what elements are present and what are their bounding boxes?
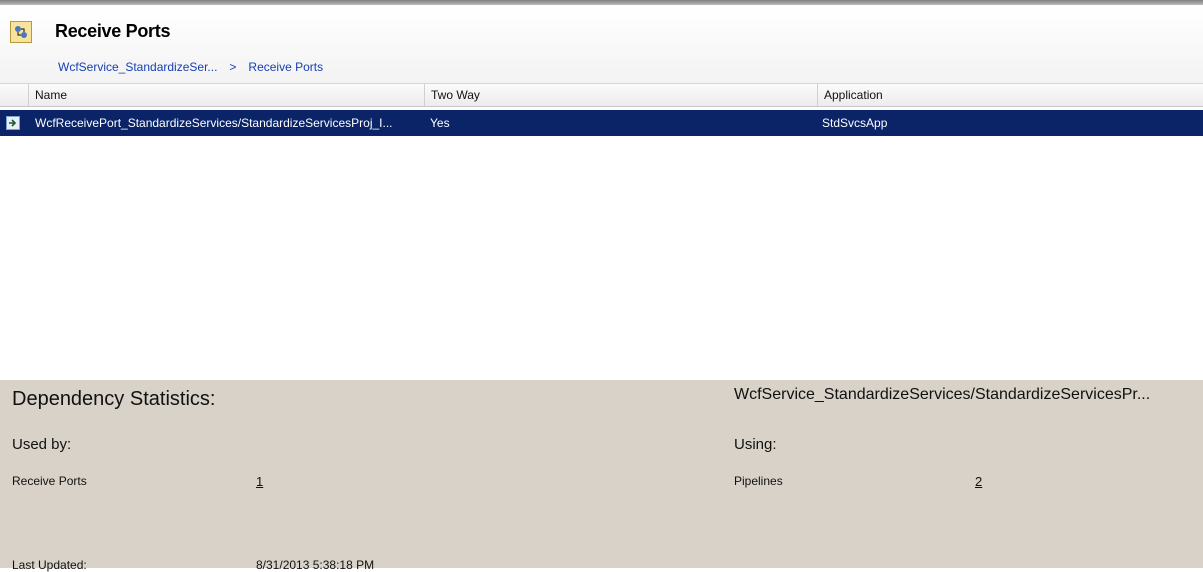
used-by-receive-ports-count-link[interactable]: 1	[256, 474, 263, 489]
using-label: Using:	[734, 436, 777, 453]
using-pipelines-label: Pipelines	[734, 474, 783, 488]
dependency-statistics-panel: Dependency Statistics: WcfService_Standa…	[0, 380, 1203, 572]
column-header-application[interactable]: Application	[817, 84, 1203, 106]
receive-port-row-icon	[6, 116, 20, 130]
column-header-name[interactable]: Name	[28, 84, 424, 106]
grid-header: Name Two Way Application	[0, 83, 1203, 107]
page-title: Receive Ports	[55, 21, 171, 41]
row-two-way-cell: Yes	[430, 116, 450, 130]
row-application-cell: StdSvcsApp	[822, 116, 888, 130]
using-pipelines-count-link[interactable]: 2	[975, 474, 982, 489]
breadcrumb-application-link[interactable]: WcfService_StandardizeSer...	[58, 60, 217, 74]
table-row[interactable]: WcfReceivePort_StandardizeServices/Stand…	[0, 110, 1203, 136]
breadcrumb: WcfService_StandardizeSer... > Receive Por…	[58, 60, 323, 74]
last-updated-label: Last Updated:	[12, 558, 87, 572]
used-by-receive-ports-label: Receive Ports	[12, 474, 87, 488]
column-header-selector	[0, 84, 28, 106]
page-header: Receive Ports WcfService_StandardizeSer.…	[0, 5, 1203, 83]
breadcrumb-receive-ports-link[interactable]: Receive Ports	[248, 60, 323, 74]
dependency-statistics-heading: Dependency Statistics:	[12, 388, 216, 410]
used-by-label: Used by:	[12, 436, 72, 453]
last-updated-value: 8/31/2013 5:38:18 PM	[256, 558, 375, 572]
column-header-two-way[interactable]: Two Way	[424, 84, 817, 106]
receive-ports-icon	[10, 21, 32, 43]
row-name-cell: WcfReceivePort_StandardizeServices/Stand…	[35, 116, 393, 130]
breadcrumb-separator: >	[229, 60, 237, 74]
selected-object-name: WcfService_StandardizeServices/Standardi…	[734, 386, 1151, 403]
